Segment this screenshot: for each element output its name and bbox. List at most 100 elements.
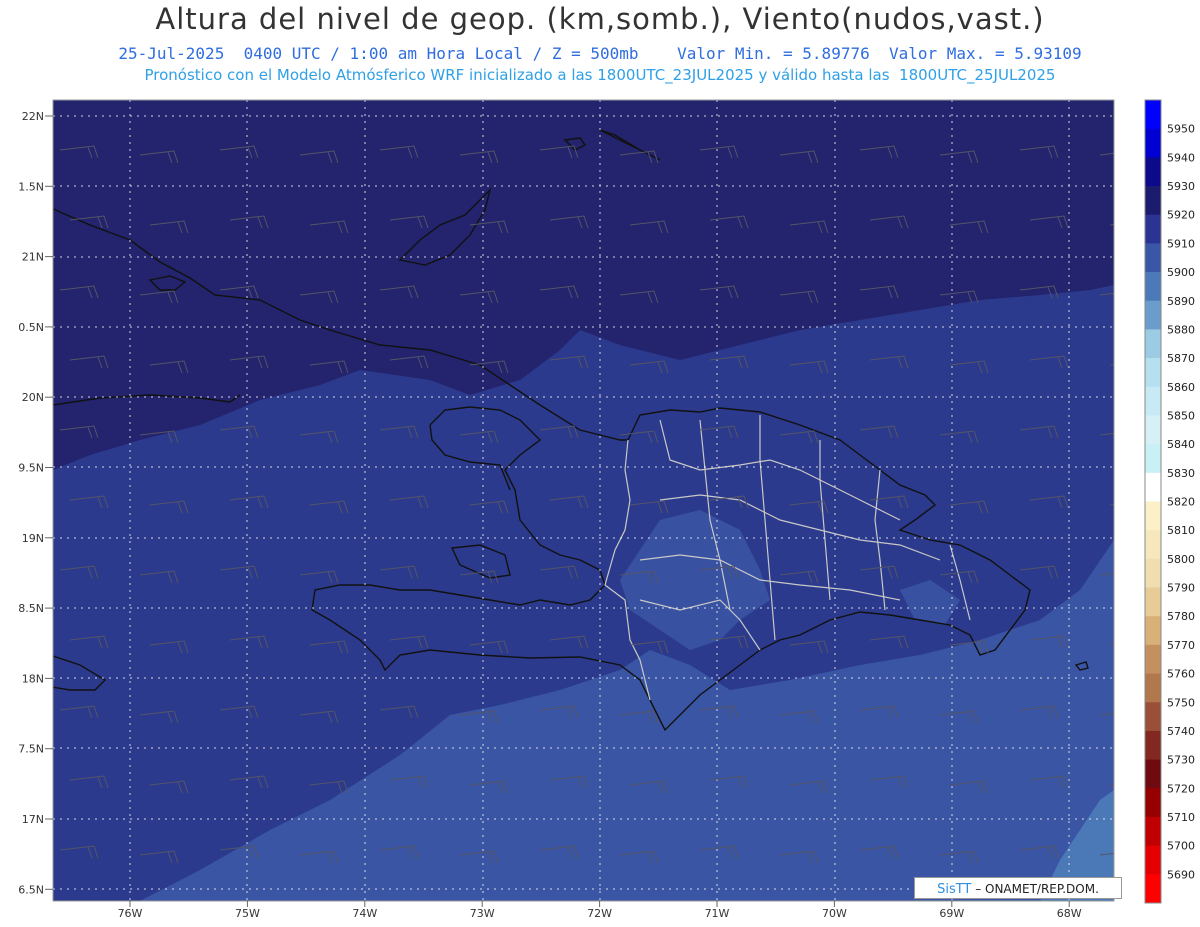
lat-tick-label: 18N (22, 672, 44, 685)
lon-tick-label: 71W (705, 907, 730, 920)
sistt-logo: SisTT (937, 882, 972, 897)
colorbar-swatch (1145, 214, 1161, 244)
wind-barb (630, 921, 668, 927)
colorbar-swatch (1145, 272, 1161, 302)
lat-tick-label: 6.5N (18, 883, 44, 896)
lon-tick-label: 68W (1057, 907, 1082, 920)
colorbar-label: 5920 (1167, 209, 1195, 222)
colorbar-swatch (1145, 100, 1161, 130)
lat-tick-label: 17N (22, 813, 44, 826)
colorbar-swatch (1145, 587, 1161, 617)
longitude-axis: 76W 75W 74W 73W 72W 71W 70W 69W 68W (118, 901, 1082, 920)
lat-tick-label: 1.5N (18, 180, 44, 193)
colorbar-label: 5830 (1167, 467, 1195, 480)
colorbar-label: 5910 (1167, 237, 1195, 250)
colorbar-swatch (1145, 415, 1161, 445)
wind-barb (550, 916, 588, 927)
wind-barb (70, 916, 108, 927)
colorbar-swatch (1145, 558, 1161, 589)
colorbar-label: 5840 (1167, 438, 1195, 451)
wind-barb (1109, 504, 1114, 506)
lat-tick-label: 19N (22, 532, 44, 545)
colorbar-swatch (1145, 128, 1161, 158)
latitude-axis: 22N 1.5N 21N 0.5N 20N 9.5N 19N 8.5N 18N 7.5N 17N 6.… (18, 110, 53, 896)
colorbar-label: 5930 (1167, 180, 1195, 193)
wind-barb (390, 916, 428, 927)
wind-barb (790, 921, 828, 927)
colorbar-label: 5690 (1167, 868, 1195, 881)
lon-tick-label: 75W (235, 907, 260, 920)
colorbar-label: 5770 (1167, 639, 1195, 652)
colorbar-swatch (1145, 358, 1161, 388)
lat-tick-label: 8.5N (18, 602, 44, 615)
colorbar-label: 5710 (1167, 811, 1195, 824)
lon-tick-label: 69W (939, 907, 964, 920)
lon-tick-label: 72W (587, 907, 612, 920)
lon-tick-label: 70W (822, 907, 847, 920)
colorbar-swatch (1145, 501, 1161, 531)
colorbar-label: 5850 (1167, 409, 1195, 422)
colorbar-swatch (1145, 816, 1161, 847)
wind-barb (470, 921, 508, 927)
colorbar-swatch (1145, 300, 1161, 330)
lat-tick-label: 0.5N (18, 321, 44, 334)
colorbar-swatch (1145, 472, 1161, 502)
colorbar-swatch (1145, 157, 1161, 187)
colorbar-label: 5720 (1167, 782, 1195, 795)
lat-tick-label: 7.5N (18, 743, 44, 756)
colorbar-label: 5700 (1167, 840, 1195, 853)
colorbar-label: 5940 (1167, 151, 1195, 164)
colorbar-label: 5890 (1167, 295, 1195, 308)
colorbar-label: 5880 (1167, 323, 1195, 336)
colorbar-label: 5790 (1167, 582, 1195, 595)
colorbar-swatch (1145, 186, 1161, 216)
colorbar-label: 5780 (1167, 610, 1195, 623)
colorbar-label: 5860 (1167, 381, 1195, 394)
lat-tick-label: 9.5N (18, 462, 44, 475)
colorbar-swatch (1145, 616, 1161, 646)
colorbar-swatch (1145, 530, 1161, 560)
colorbar: 5950 5940 5930 5920 5910 5900 5890 5880 5870 5860… (1144, 99, 1195, 904)
credit-text: – ONAMET/REP.DOM. (971, 882, 1099, 896)
colorbar-label: 5820 (1167, 496, 1195, 509)
colorbar-swatch (1145, 243, 1161, 273)
colorbar-label: 5810 (1167, 524, 1195, 537)
lat-tick-label: 20N (22, 391, 44, 404)
wind-barb (1109, 364, 1114, 366)
colorbar-swatch (1145, 759, 1161, 789)
lon-tick-label: 73W (470, 907, 495, 920)
wind-barb (1109, 224, 1114, 226)
wind-barb (310, 921, 348, 927)
lon-tick-label: 74W (352, 907, 377, 920)
colorbar-swatch (1145, 788, 1161, 818)
lon-tick-label: 76W (118, 907, 143, 920)
colorbar-swatch (1145, 444, 1161, 474)
wind-barb (950, 921, 988, 927)
colorbar-swatch (1145, 673, 1161, 703)
colorbar-label: 5740 (1167, 725, 1195, 738)
colorbar-label: 5730 (1167, 754, 1195, 767)
colorbar-swatch (1145, 874, 1161, 904)
colorbar-label: 5760 (1167, 668, 1195, 681)
wind-barb (1109, 644, 1114, 646)
geopotential-field (53, 100, 1114, 901)
colorbar-swatch (1145, 702, 1161, 732)
wind-barb (870, 916, 908, 927)
colorbar-swatch (1145, 845, 1161, 875)
lat-tick-label: 21N (22, 251, 44, 264)
colorbar-label: 5870 (1167, 352, 1195, 365)
colorbar-swatch (1145, 329, 1161, 359)
wind-barb (1110, 921, 1148, 927)
colorbar-swatch (1145, 386, 1161, 416)
colorbar-swatch (1145, 730, 1161, 761)
colorbar-label: 5750 (1167, 696, 1195, 709)
wind-barb (150, 921, 188, 927)
colorbar-swatch (1145, 644, 1161, 675)
credit-box: SisTT – ONAMET/REP.DOM. (914, 877, 1122, 899)
colorbar-label: 5900 (1167, 266, 1195, 279)
colorbar-label: 5950 (1167, 123, 1195, 136)
colorbar-label: 5800 (1167, 553, 1195, 566)
forecast-map: 22N 1.5N 21N 0.5N 20N 9.5N 19N 8.5N 18N 7.5N 17N 6.… (18, 99, 1195, 927)
lat-tick-label: 22N (22, 110, 44, 123)
wind-barb (1109, 784, 1114, 786)
